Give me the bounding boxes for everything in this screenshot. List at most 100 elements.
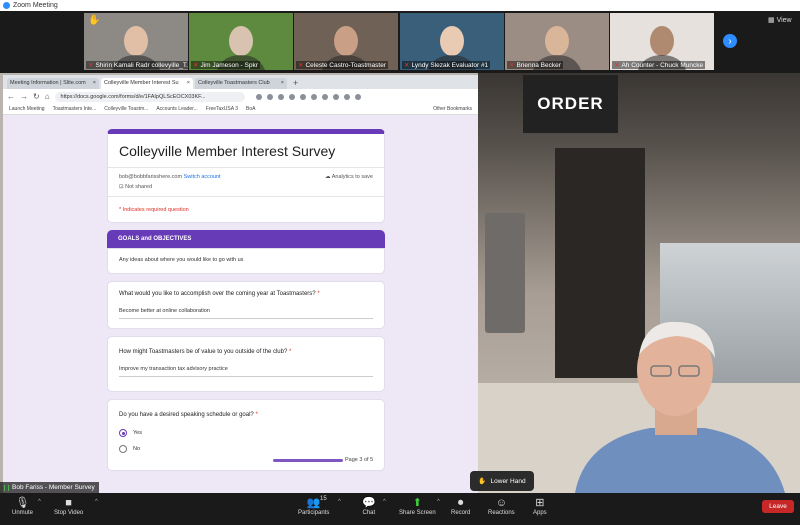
order-sign: ORDER [523, 75, 618, 133]
muted-mic-icon: 🎙 [15, 497, 30, 509]
forward-icon[interactable]: → [20, 92, 28, 101]
cloud-icon: ☁ [324, 174, 331, 180]
zoom-logo-icon [3, 2, 10, 9]
radio-selected-icon[interactable] [119, 429, 127, 437]
section-description: Any ideas about where you would like to … [107, 248, 385, 274]
participants-count: 15 [320, 496, 327, 502]
participant-tile[interactable]: ✕ Celeste Castro-Toastmaster [294, 13, 398, 70]
form-header-card: Colleyville Member Interest Survey bob@b… [107, 129, 385, 223]
browser-tab[interactable]: Colleyville Toastmasters Club × [195, 78, 287, 89]
video-options-caret[interactable]: ^ [95, 499, 98, 505]
section-header: GOALS and OBJECTIVES [107, 230, 385, 248]
bookmark[interactable]: Accounts Leader... [156, 106, 197, 112]
answer-input[interactable]: Become better at online collaboration [119, 308, 373, 319]
home-icon[interactable]: ⌂ [45, 92, 50, 101]
extension-icon[interactable] [266, 93, 273, 100]
other-bookmarks[interactable]: Other Bookmarks [433, 106, 472, 112]
muted-mic-icon: ✕ [193, 62, 199, 69]
participants-button[interactable]: 👥 15 Participants [298, 496, 329, 516]
chevron-right-icon[interactable]: › [723, 34, 737, 48]
radio-empty-icon[interactable] [119, 445, 127, 453]
required-note: * Indicates required question [119, 207, 189, 213]
browser-nav-bar: ← → ↻ ⌂ https://docs.google.com/forms/d/… [3, 89, 478, 104]
extension-icon[interactable] [321, 93, 328, 100]
share-screen-icon: ⬆ [412, 497, 422, 509]
extension-icon[interactable] [354, 93, 361, 100]
apps-button[interactable]: ⊞ Apps [533, 496, 547, 516]
window-titlebar: Zoom Meeting [0, 0, 800, 11]
muted-mic-icon: ✕ [298, 62, 304, 69]
meeting-toolbar: 🎙 Unmute ^ ■ Stop Video ^ 👥 15 Participa… [0, 493, 800, 525]
lower-hand-button[interactable]: ✋ Lower Hand [470, 471, 534, 491]
back-icon[interactable]: ← [7, 92, 15, 101]
chat-options-caret[interactable]: ^ [383, 499, 386, 505]
extension-icon[interactable] [299, 93, 306, 100]
shared-icon: ⊡ [119, 184, 124, 190]
save-status: Analytics to save [331, 174, 373, 180]
participant-tile[interactable]: ✋ ✕ Shirin Kamali Radr collevyille_T... [84, 13, 188, 70]
window-title: Zoom Meeting [13, 2, 58, 9]
coffee-machine [485, 213, 525, 333]
stop-video-button[interactable]: ■ Stop Video [54, 496, 83, 516]
participant-name: ✕ Brienna Becker [507, 61, 563, 69]
extension-icon[interactable] [332, 93, 339, 100]
share-screen-button[interactable]: ⬆ Share Screen [399, 496, 436, 516]
participant-name: ✕ Jim Jameson - Spkr [191, 61, 260, 69]
extension-icon[interactable] [310, 93, 317, 100]
participants-options-caret[interactable]: ^ [338, 499, 341, 505]
chat-icon: 💬 [362, 497, 376, 509]
browser-tab-active[interactable]: Colleyville Member Interest Su × [101, 78, 193, 89]
extension-icon[interactable] [277, 93, 284, 100]
bookmarks-bar: Launch Meeting Toastmasters Inte... Coll… [3, 104, 478, 115]
raised-hand-icon: ✋ [88, 15, 101, 26]
chat-button[interactable]: 💬 Chat [362, 496, 376, 516]
participant-tile[interactable]: ✕ Ah Counter - Chuck Muncke [610, 13, 714, 70]
question-text: How might Toastmasters be of value to yo… [119, 349, 292, 355]
google-form: Colleyville Member Interest Survey bob@b… [107, 129, 385, 478]
leave-button[interactable]: Leave [762, 500, 794, 513]
participant-strip: ✋ ✕ Shirin Kamali Radr collevyille_T... ✕ Ji… [0, 11, 800, 73]
switch-account-link[interactable]: Switch account [184, 174, 221, 180]
view-button[interactable]: ▦ View [768, 16, 792, 24]
browser-tab[interactable]: Meeting Information | Slite.com × [7, 78, 99, 89]
address-bar[interactable]: https://docs.google.com/forms/d/e/1FAIpQ… [54, 91, 245, 102]
bookmark[interactable]: Toastmasters Inte... [53, 106, 97, 112]
apps-icon: ⊞ [535, 497, 545, 509]
share-status: ⊡ Not shared [119, 184, 153, 190]
participant-tile[interactable]: ✕ Jim Jameson - Spkr [189, 13, 293, 70]
account-row: bob@bobbfarisshere.com Switch account ☁ … [119, 174, 373, 180]
radio-option-no[interactable]: No [119, 445, 373, 453]
participant-name: ✕ Celeste Castro-Toastmaster [296, 61, 389, 69]
unmute-button[interactable]: 🎙 Unmute [12, 496, 33, 516]
radio-option-yes[interactable]: Yes [119, 429, 373, 437]
share-owner-label: Bob Fariss - Member Survey [0, 482, 99, 493]
participant-tile[interactable]: ✕ Lyndy Slezak Evaluator #1 [400, 13, 504, 70]
record-button[interactable]: ⏺ Record [451, 496, 470, 516]
audio-options-caret[interactable]: ^ [38, 499, 41, 505]
extension-icon[interactable] [343, 93, 350, 100]
share-options-caret[interactable]: ^ [437, 499, 440, 505]
bookmark[interactable]: Colleyville Toastm... [104, 106, 148, 112]
question-text: Do you have a desired speaking schedule … [119, 412, 258, 418]
question-card: How might Toastmasters be of value to yo… [107, 336, 385, 392]
record-icon: ⏺ [457, 497, 464, 509]
participant-tile[interactable]: ✕ Brienna Becker [505, 13, 609, 70]
bookmark[interactable]: BoA [246, 106, 255, 112]
reload-icon[interactable]: ↻ [33, 92, 40, 101]
bookmark[interactable]: Launch Meeting [9, 106, 45, 112]
new-tab-button[interactable]: + [289, 78, 302, 89]
account-email: bob@bobbfarisshere.com [119, 174, 183, 180]
extension-icon[interactable] [255, 93, 262, 100]
browser-window: Meeting Information | Slite.com × Colleyv… [3, 75, 478, 493]
speaker-person [575, 321, 785, 493]
reactions-button[interactable]: ☺ Reactions [488, 496, 515, 516]
muted-mic-icon: ✕ [509, 62, 515, 69]
video-camera-icon: ■ [65, 497, 72, 509]
reaction-icon: ☺ [495, 497, 507, 509]
raised-hand-icon: ✋ [478, 478, 487, 485]
extension-icon[interactable] [288, 93, 295, 100]
view-label: View [776, 17, 792, 24]
answer-input[interactable]: Improve my transaction tax advisory prac… [119, 366, 373, 377]
bookmark[interactable]: FreeTaxUSA 3 [206, 106, 238, 112]
shared-screen: ORDER Meeting Information | Slite.com × C… [0, 73, 800, 493]
